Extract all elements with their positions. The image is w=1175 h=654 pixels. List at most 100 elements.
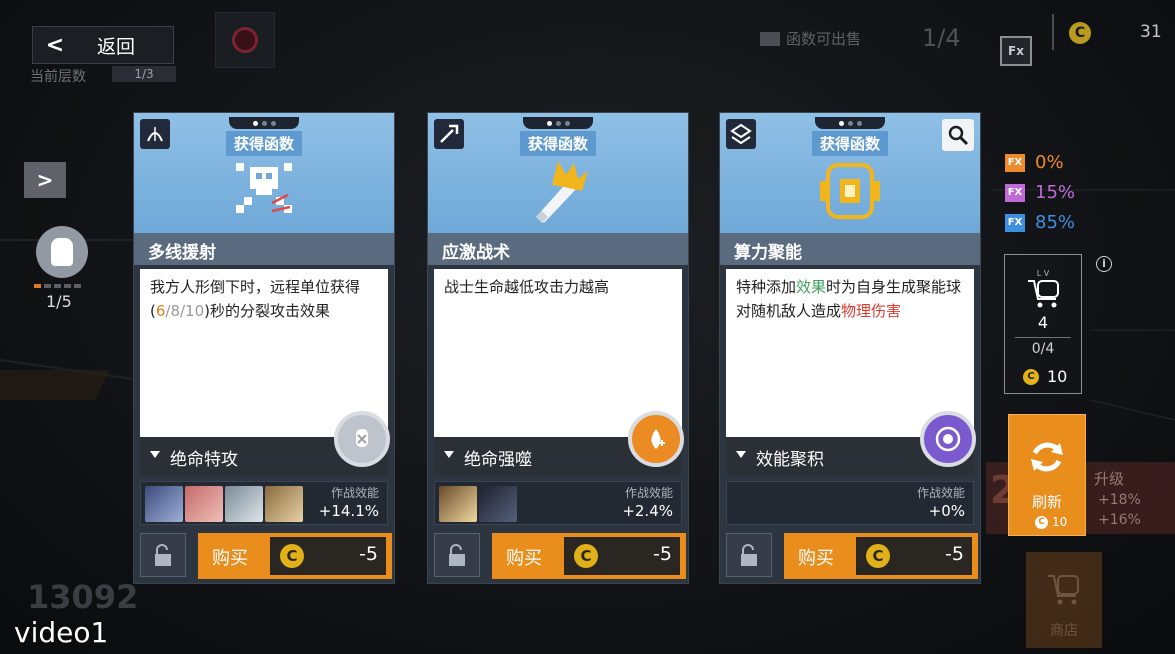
- cart-icon: [1028, 280, 1059, 308]
- lock-button[interactable]: [726, 533, 772, 577]
- price-box: C -5: [564, 537, 680, 575]
- refresh-cost-value: 10: [1052, 515, 1068, 529]
- caret-down-icon: [150, 451, 160, 458]
- info-icon[interactable]: i: [1096, 256, 1112, 272]
- unlock-icon: [741, 544, 757, 566]
- progress-pip: [64, 284, 71, 288]
- special-icon: [726, 119, 756, 149]
- shop-level: 4: [1037, 313, 1049, 332]
- portrait-list: [439, 486, 517, 522]
- buy-label: 购买: [212, 548, 248, 569]
- upgrade-bonus-b: +16%: [1098, 512, 1141, 528]
- unlock-icon: [449, 544, 465, 566]
- sellable-count: 1/4: [922, 24, 961, 52]
- description-fragment: 特种添加: [736, 278, 797, 296]
- price: -5: [945, 543, 964, 565]
- avatar: [265, 486, 303, 522]
- effect-value: +14.1%: [318, 502, 379, 520]
- price-box: C -5: [856, 537, 972, 575]
- avatar: [145, 486, 183, 522]
- shop-cost-value: 10: [1047, 367, 1068, 386]
- avatar: [479, 486, 517, 522]
- description-fragment: 物理伤害: [841, 302, 902, 320]
- skill-badge-icon[interactable]: [334, 411, 390, 467]
- effect-label: 作战效能: [916, 486, 965, 500]
- member-row: 作战效能 +2.4%: [434, 481, 682, 525]
- fx-rate-row: FX 15%: [1005, 182, 1075, 203]
- function-card-2[interactable]: 获得函数 应激战术 战士生命越低攻击力越高 绝命强噬 作战效能 +2.4% 购买…: [427, 112, 689, 584]
- upgrade-title: 升级: [1094, 470, 1125, 488]
- buy-button[interactable]: 购买 C -5: [492, 533, 686, 579]
- current-layer-count: 1/3: [112, 66, 176, 82]
- description-fragment: 战士生命越低攻击力越高: [444, 278, 610, 296]
- price: -5: [653, 543, 672, 565]
- current-layer-label: 当前层数: [30, 69, 86, 85]
- fx-tag: FX: [1005, 153, 1025, 172]
- chevron-left-icon: <: [45, 32, 65, 58]
- divider: [1052, 14, 1054, 50]
- buy-button[interactable]: 购买 C -5: [198, 533, 392, 579]
- skill-label: 效能聚积: [756, 450, 824, 470]
- chevron-right-icon: >: [36, 168, 54, 192]
- avatar: [225, 486, 263, 522]
- lock-button[interactable]: [434, 533, 480, 577]
- fx-inventory-icon[interactable]: Fx: [1000, 36, 1032, 66]
- skill-badge-icon[interactable]: [920, 411, 976, 467]
- lock-button[interactable]: [140, 533, 186, 577]
- card-name-bar: 多线援射: [134, 233, 394, 265]
- acquire-label: 获得函数: [519, 131, 597, 156]
- refresh-icon: [1031, 442, 1063, 472]
- effect-value: +2.4%: [622, 502, 673, 520]
- video-label: video1: [14, 616, 109, 649]
- card-name: 算力聚能: [734, 243, 802, 263]
- cart-icon: [1048, 575, 1079, 605]
- function-card-3[interactable]: 获得函数 算力聚能 特种添加效果时为自身生成聚能球对随机敌人造成物理伤害 效能聚…: [719, 112, 981, 584]
- skull-icon: [236, 163, 292, 213]
- flaming-sword-icon: [536, 161, 588, 223]
- buy-label: 购买: [506, 548, 542, 569]
- back-button[interactable]: < 返回: [32, 26, 174, 64]
- buy-button[interactable]: 购买 C -5: [784, 533, 978, 579]
- description-fragment: /8/10: [165, 302, 205, 320]
- sellable-label: 函数可出售: [786, 30, 862, 48]
- caret-down-icon: [444, 451, 454, 458]
- skill-label: 绝命强噬: [464, 450, 532, 470]
- emblem-icon[interactable]: [215, 12, 275, 68]
- shop-button[interactable]: 商店: [1026, 552, 1102, 648]
- refresh-cost: C 10: [1035, 515, 1067, 529]
- function-card-1[interactable]: 获得函数 多线援射 我方人形倒下时，远程单位获得(6/8/10)秒的分裂攻击效果…: [133, 112, 395, 584]
- skill-label: 绝命特攻: [170, 450, 238, 470]
- card-pager: [523, 117, 593, 129]
- character-status-icon[interactable]: [36, 226, 88, 278]
- fx-tag: FX: [1005, 183, 1025, 202]
- progress-pip: [34, 284, 41, 288]
- member-row: 作战效能 +14.1%: [140, 481, 388, 525]
- effect-value: +0%: [928, 502, 965, 520]
- search-icon[interactable]: [942, 119, 974, 151]
- progress-pip: [54, 284, 61, 288]
- shop-level-panel: L V 4 0/4 C 10: [1004, 254, 1082, 394]
- shop-upgrade-cost: C 10: [1023, 367, 1067, 386]
- skill-badge-icon[interactable]: [628, 411, 684, 467]
- card-name: 应激战术: [442, 243, 510, 263]
- coin-icon: C: [866, 544, 890, 568]
- coin-icon: C: [574, 544, 598, 568]
- description-fragment: 6: [155, 302, 166, 320]
- coin-icon: C: [1035, 515, 1048, 529]
- function-icon: [760, 31, 780, 46]
- sellable-functions: 函数可出售: [760, 28, 861, 49]
- caret-down-icon: [736, 451, 746, 458]
- acquire-label: 获得函数: [811, 131, 889, 156]
- card-pager: [815, 117, 885, 129]
- description-fragment: 效果: [796, 278, 827, 296]
- refresh-button[interactable]: 刷新 C 10: [1008, 414, 1086, 536]
- fx-rate-value: 85%: [1035, 212, 1076, 233]
- card-name: 多线援射: [148, 243, 216, 263]
- expand-panel-button[interactable]: >: [24, 162, 66, 198]
- melee-icon: [434, 119, 464, 149]
- divider: [1015, 337, 1071, 338]
- progress-text: 1/5: [46, 292, 72, 311]
- effect-label: 作战效能: [330, 486, 379, 500]
- card-name-bar: 应激战术: [428, 233, 688, 265]
- shop-label: 商店: [1050, 623, 1078, 639]
